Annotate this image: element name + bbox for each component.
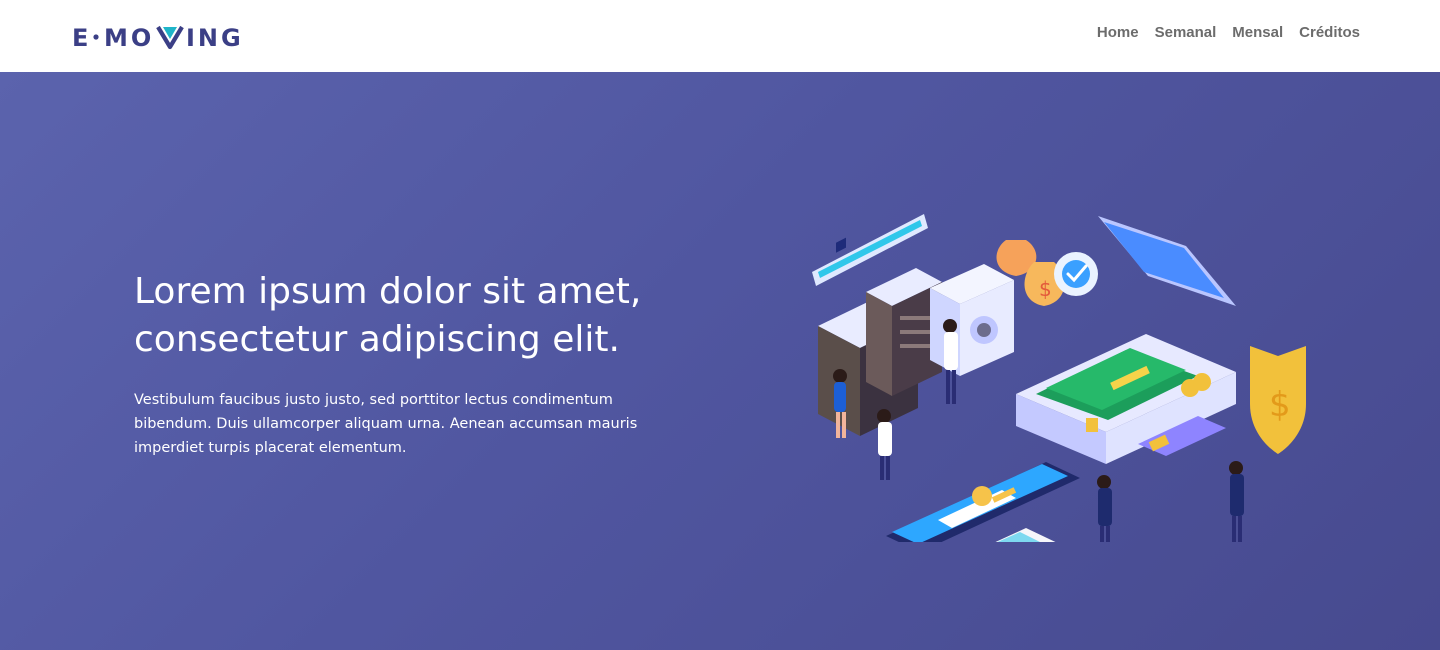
safe-icon [930,264,1014,376]
banking-finance-illustration: $ $ [812,214,1306,542]
shield-dollar-icon: $ [1250,346,1306,454]
hero-description: Vestibulum faucibus justo justo, sed por… [134,392,638,456]
top-navbar: E MO ING Home Semanal Mensal Créditos [0,0,1440,72]
svg-text:$: $ [1039,277,1052,301]
svg-text:ING: ING [186,24,244,52]
check-badge-icon [1054,252,1098,296]
phone-icon [886,462,1080,542]
hero-section: Lorem ipsum dolor sit amet, consectetur … [0,72,1440,650]
hero-title: Lorem ipsum dolor sit amet, consectetur … [134,271,642,360]
main-nav: Home Semanal Mensal Créditos [1097,24,1360,41]
nav-mensal[interactable]: Mensal [1232,24,1283,41]
nav-semanal[interactable]: Semanal [1155,24,1217,41]
nav-home[interactable]: Home [1097,24,1139,41]
emoving-logo-icon: E MO ING [72,24,244,52]
brand-logo[interactable]: E MO ING [72,22,252,52]
document-icon [995,528,1056,542]
svg-text:E: E [72,24,91,52]
nav-creditos[interactable]: Créditos [1299,24,1360,41]
svg-text:MO: MO [104,24,154,52]
svg-text:$: $ [1269,385,1291,425]
